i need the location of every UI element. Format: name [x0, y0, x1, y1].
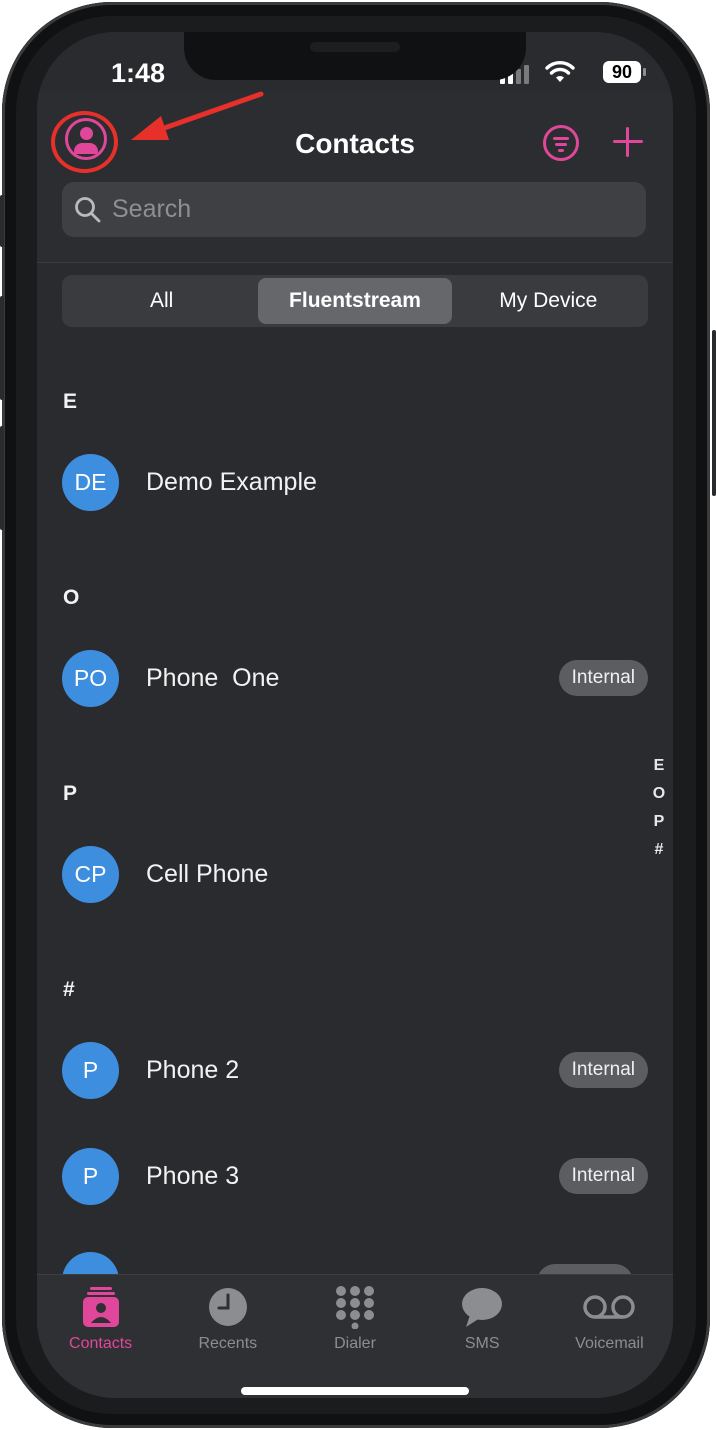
contacts-icon [82, 1287, 119, 1327]
segment-my-device[interactable]: My Device [452, 278, 645, 324]
power-button [712, 330, 716, 496]
contact-name: Phone 2 [146, 1055, 240, 1084]
avatar: DE [62, 453, 119, 511]
contact-name: Phone 3 [146, 1161, 240, 1190]
status-time: 1:48 [111, 58, 166, 88]
tab-label: SMS [464, 1335, 500, 1352]
chat-bubble-icon [462, 1288, 503, 1327]
index-letter[interactable]: E [651, 752, 667, 780]
contact-row[interactable]: CP Cell Phone [62, 844, 648, 904]
tab-voicemail[interactable]: Voicemail [546, 1275, 673, 1398]
speaker [310, 42, 400, 52]
section-header: P [63, 782, 78, 805]
notch [184, 32, 526, 80]
contact-name: Demo Example [146, 467, 317, 496]
contact-row[interactable]: DE Demo Example [62, 452, 648, 512]
section-header: O [63, 586, 80, 609]
contact-row[interactable]: PO Phone One Internal [62, 648, 648, 708]
source-segmented-control: All Fluentstream My Device [62, 275, 648, 327]
screen: 1:48 90 Contacts Search All Fluentstream [37, 32, 673, 1398]
add-contact-button[interactable] [613, 127, 643, 157]
avatar: CP [62, 845, 119, 903]
alphabet-index[interactable]: E O P # [651, 752, 667, 864]
voicemail-icon [583, 1295, 636, 1319]
tab-bar: Contacts Recents Dialer SMS Voicemail [37, 1274, 673, 1398]
annotation-highlight-circle [51, 111, 118, 173]
section-header: # [63, 978, 75, 1001]
internal-badge: Internal [558, 1052, 648, 1088]
avatar: PO [62, 649, 119, 707]
tab-label: Recents [198, 1335, 258, 1352]
tab-label: Contacts [69, 1335, 133, 1352]
contact-row[interactable]: P Phone 2 Internal [62, 1040, 648, 1100]
contact-row[interactable]: P Phone 3 Internal [62, 1146, 648, 1206]
avatar: P [62, 1041, 119, 1099]
segment-fluentstream[interactable]: Fluentstream [258, 278, 452, 324]
battery-nub [643, 68, 646, 76]
internal-badge: Internal [558, 1158, 648, 1194]
search-input[interactable]: Search [62, 182, 646, 237]
volume-up-button [0, 296, 4, 400]
index-letter[interactable]: # [651, 836, 667, 864]
contact-name: Cell Phone [146, 859, 269, 888]
annotation-arrow-icon [131, 91, 264, 140]
tab-contacts[interactable]: Contacts [37, 1275, 164, 1398]
contact-name: Phone One [146, 663, 280, 692]
tab-label: Voicemail [575, 1335, 644, 1352]
tab-sms[interactable]: SMS [419, 1275, 546, 1398]
internal-badge: Internal [558, 660, 648, 696]
tab-recents[interactable]: Recents [164, 1275, 291, 1398]
avatar: P [62, 1147, 119, 1205]
keypad-icon [336, 1286, 374, 1329]
wifi-icon [545, 61, 575, 82]
volume-down-button [0, 426, 4, 530]
clock-icon [208, 1288, 247, 1326]
tab-label: Dialer [334, 1335, 376, 1352]
search-icon [75, 196, 101, 222]
divider [37, 262, 673, 263]
mute-switch [0, 195, 4, 247]
battery-level: 90 [603, 61, 641, 83]
search-placeholder: Search [112, 195, 192, 223]
segment-all[interactable]: All [65, 278, 258, 324]
home-indicator[interactable] [241, 1387, 469, 1395]
tab-dialer[interactable]: Dialer [291, 1275, 418, 1398]
index-letter[interactable]: P [651, 808, 667, 836]
index-letter[interactable]: O [651, 780, 667, 808]
filter-button[interactable] [543, 125, 579, 161]
section-header: E [63, 390, 78, 413]
